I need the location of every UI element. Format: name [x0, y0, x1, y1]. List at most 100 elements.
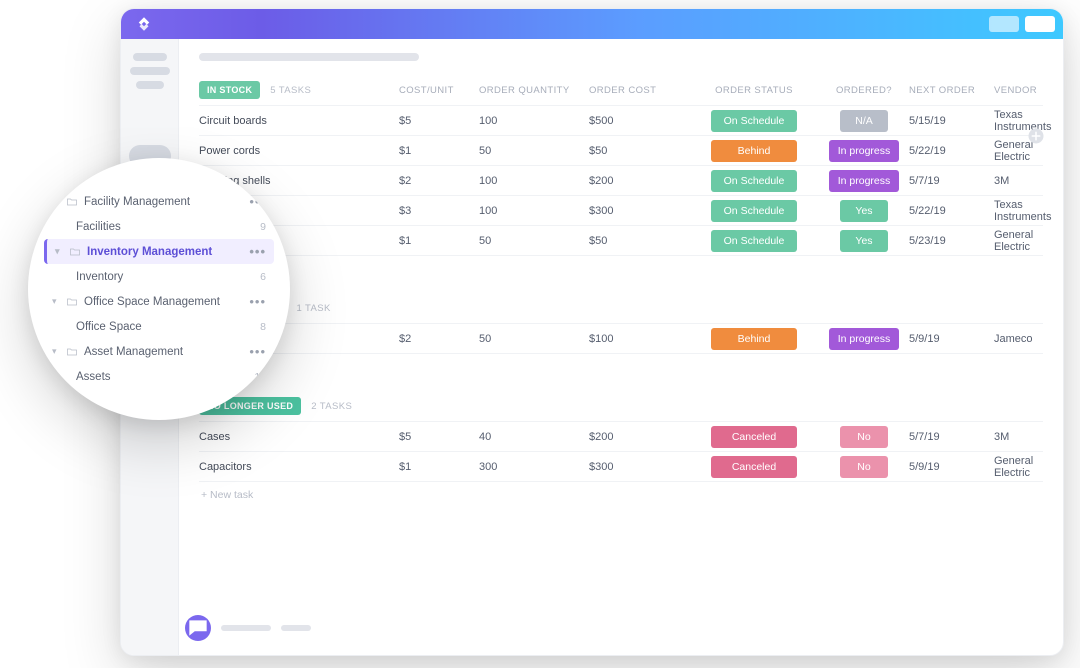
column-header[interactable]: ORDER QUANTITY	[479, 85, 589, 96]
cell-next-order[interactable]: 5/15/19	[909, 115, 994, 127]
column-header[interactable]: ORDER STATUS	[689, 85, 819, 96]
task-row[interactable]: Displays$3100$300On ScheduleYes5/22/19Te…	[199, 195, 1043, 225]
status-badge[interactable]: On Schedule	[711, 110, 797, 132]
ordered-badge[interactable]: N/A	[840, 110, 888, 132]
cell-next-order[interactable]: 5/9/19	[909, 461, 994, 473]
cell-order-cost[interactable]: $50	[589, 145, 689, 157]
ordered-badge[interactable]: In progress	[829, 170, 899, 192]
task-row[interactable]: USB cords$250$100BehindIn progress5/9/19…	[199, 323, 1043, 353]
cell-next-order[interactable]: 5/22/19	[909, 145, 994, 157]
cell-vendor[interactable]: 3M	[994, 431, 1043, 443]
status-badge[interactable]: Canceled	[711, 426, 797, 448]
sidebar-list[interactable]: Assets10	[44, 364, 274, 389]
window-minimize-button[interactable]	[989, 16, 1019, 32]
chevron-down-icon[interactable]: ▾	[52, 196, 62, 207]
cell-vendor[interactable]: Jameco	[994, 333, 1043, 345]
cell-vendor[interactable]: 3M	[994, 175, 1043, 187]
ordered-badge[interactable]: No	[840, 456, 888, 478]
cell-order-qty[interactable]: 40	[479, 431, 589, 443]
cell-order-cost[interactable]: $100	[589, 333, 689, 345]
placeholder-line	[281, 625, 311, 631]
cell-order-qty[interactable]: 50	[479, 145, 589, 157]
column-header[interactable]: NEXT ORDER	[909, 85, 994, 96]
more-icon[interactable]: •••	[249, 194, 266, 209]
cell-vendor[interactable]: General Electric	[994, 455, 1043, 479]
cell-next-order[interactable]: 5/22/19	[909, 205, 994, 217]
cell-order-qty[interactable]: 100	[479, 175, 589, 187]
column-header[interactable]: ORDER COST	[589, 85, 689, 96]
cell-cost-unit[interactable]: $5	[399, 431, 479, 443]
task-name[interactable]: Power cords	[199, 145, 399, 157]
add-column-button[interactable]	[1027, 127, 1045, 145]
status-badge[interactable]: On Schedule	[711, 170, 797, 192]
ordered-badge[interactable]: In progress	[829, 140, 899, 162]
cell-next-order[interactable]: 5/9/19	[909, 333, 994, 345]
task-name[interactable]: Capacitors	[199, 461, 399, 473]
status-badge[interactable]: Canceled	[711, 456, 797, 478]
cell-order-qty[interactable]: 300	[479, 461, 589, 473]
more-icon[interactable]: •••	[249, 344, 266, 359]
task-name[interactable]: Circuit boards	[199, 115, 399, 127]
cell-next-order[interactable]: 5/7/19	[909, 431, 994, 443]
task-name[interactable]: Cases	[199, 431, 399, 443]
cell-order-qty[interactable]: 50	[479, 333, 589, 345]
ordered-badge[interactable]: Yes	[840, 200, 888, 222]
new-task-button[interactable]: + New task	[199, 255, 1043, 281]
placeholder-line	[221, 625, 271, 631]
sidebar-folder[interactable]: ▾Asset Management•••	[44, 339, 274, 364]
group-status-pill[interactable]: IN STOCK	[199, 81, 260, 99]
task-row[interactable]: Housing shells$2100$200On ScheduleIn pro…	[199, 165, 1043, 195]
status-badge[interactable]: On Schedule	[711, 200, 797, 222]
task-row[interactable]: Ribbon cables$150$50On ScheduleYes5/23/1…	[199, 225, 1043, 255]
cell-cost-unit[interactable]: $2	[399, 175, 479, 187]
ordered-badge[interactable]: Yes	[840, 230, 888, 252]
cell-cost-unit[interactable]: $3	[399, 205, 479, 217]
task-row[interactable]: Circuit boards$5100$500 On Schedule N/A 5/1…	[199, 105, 1043, 135]
cell-order-qty[interactable]: 100	[479, 205, 589, 217]
new-task-button[interactable]: + New task	[199, 481, 1043, 507]
cell-next-order[interactable]: 5/7/19	[909, 175, 994, 187]
task-row[interactable]: Power cords$150$50 Behind In progress 5/22/…	[199, 135, 1043, 165]
sidebar-list[interactable]: Inventory6	[44, 264, 274, 289]
cell-vendor[interactable]: General Electric	[994, 229, 1043, 253]
sidebar-list[interactable]: Office Space8	[44, 314, 274, 339]
chevron-down-icon[interactable]: ▾	[52, 296, 62, 307]
sidebar-folder[interactable]: ▾Facility Management•••	[44, 189, 274, 214]
task-row[interactable]: Capacitors$1300$300 Canceled No 5/9/19Gener…	[199, 451, 1043, 481]
sidebar-folder[interactable]: ▾Office Space Management•••	[44, 289, 274, 314]
chevron-down-icon[interactable]: ▾	[55, 246, 65, 257]
sidebar-list[interactable]: Facilities9	[44, 214, 274, 239]
cell-next-order[interactable]: 5/23/19	[909, 235, 994, 247]
cell-order-cost[interactable]: $200	[589, 175, 689, 187]
chevron-down-icon[interactable]: ▾	[52, 346, 62, 357]
cell-order-qty[interactable]: 100	[479, 115, 589, 127]
cell-order-cost[interactable]: $300	[589, 461, 689, 473]
more-icon[interactable]: •••	[249, 294, 266, 309]
more-icon[interactable]: •••	[249, 244, 266, 259]
cell-order-cost[interactable]: $200	[589, 431, 689, 443]
window-maximize-button[interactable]	[1025, 16, 1055, 32]
app-logo-icon	[135, 15, 153, 33]
cell-cost-unit[interactable]: $1	[399, 461, 479, 473]
status-badge[interactable]: Behind	[711, 328, 797, 350]
cell-order-cost[interactable]: $300	[589, 205, 689, 217]
chat-icon[interactable]	[185, 615, 211, 641]
cell-cost-unit[interactable]: $1	[399, 235, 479, 247]
cell-cost-unit[interactable]: $1	[399, 145, 479, 157]
task-row[interactable]: Cases$540$200 Canceled No 5/7/193M	[199, 421, 1043, 451]
cell-order-cost[interactable]: $500	[589, 115, 689, 127]
status-badge[interactable]: On Schedule	[711, 230, 797, 252]
column-header[interactable]: ORDERED?	[819, 85, 909, 96]
sidebar-folder[interactable]: ▾Inventory Management•••	[44, 239, 274, 264]
column-header[interactable]: VENDOR	[994, 85, 1043, 96]
cell-cost-unit[interactable]: $2	[399, 333, 479, 345]
new-task-button[interactable]: + New task	[199, 353, 1043, 379]
ordered-badge[interactable]: In progress	[829, 328, 899, 350]
column-header[interactable]: COST/UNIT	[399, 85, 479, 96]
cell-order-cost[interactable]: $50	[589, 235, 689, 247]
cell-cost-unit[interactable]: $5	[399, 115, 479, 127]
status-badge[interactable]: Behind	[711, 140, 797, 162]
cell-vendor[interactable]: Texas Instruments	[994, 199, 1051, 223]
cell-order-qty[interactable]: 50	[479, 235, 589, 247]
ordered-badge[interactable]: No	[840, 426, 888, 448]
